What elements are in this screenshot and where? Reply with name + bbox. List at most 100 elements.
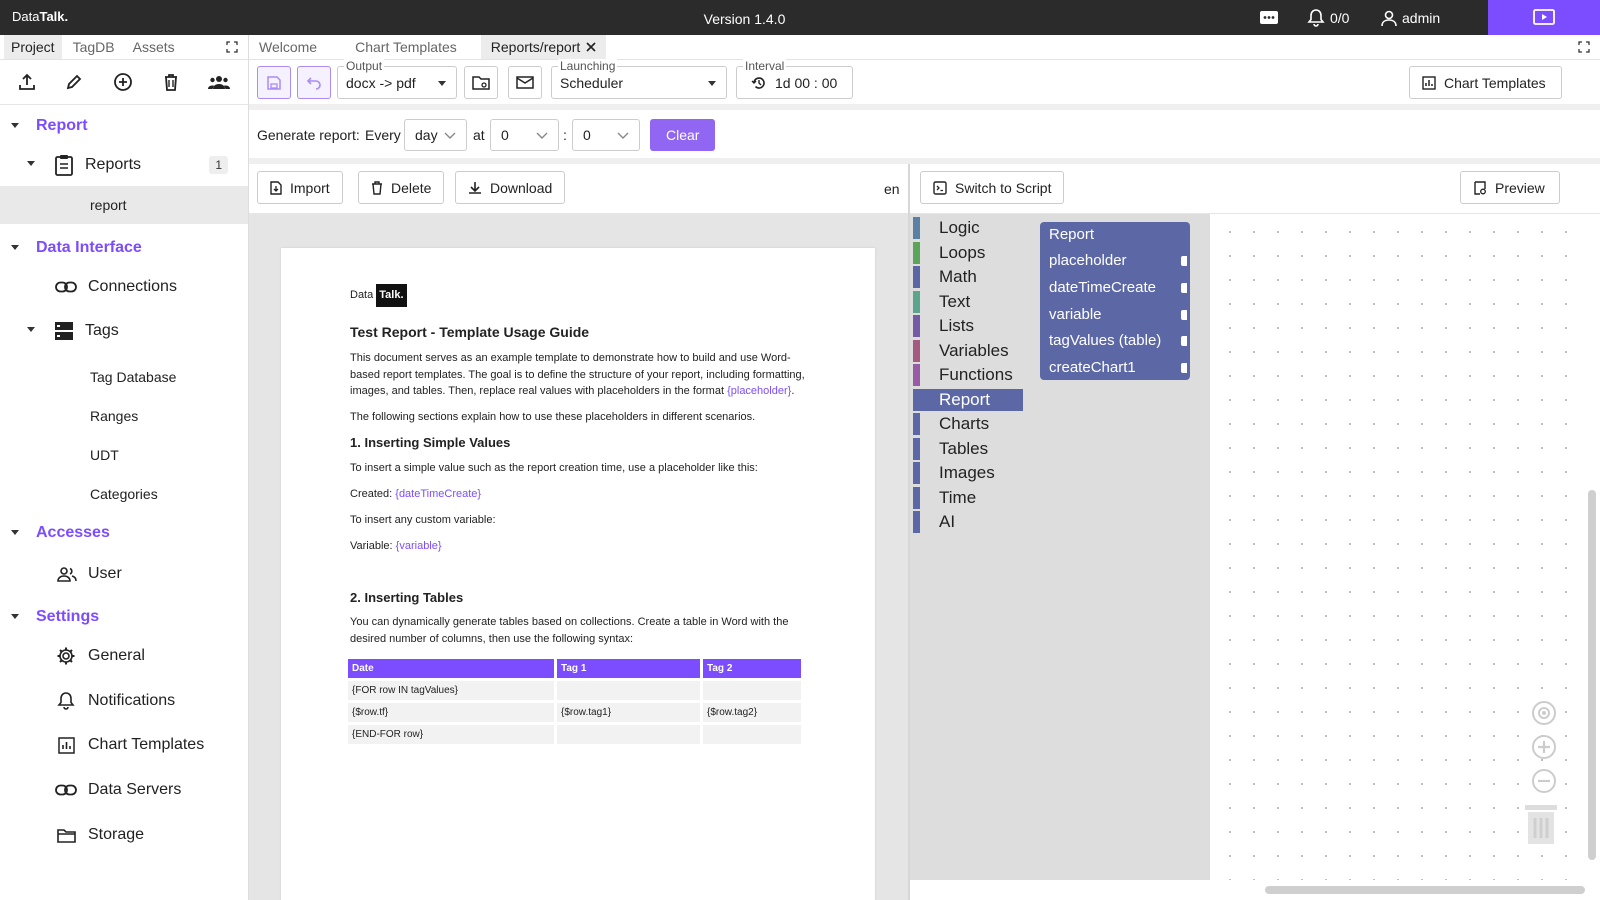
zoom-in-icon[interactable]	[1530, 733, 1558, 761]
alarms-button[interactable]: 0/0	[1306, 0, 1349, 35]
block-input[interactable]: variable	[1049, 306, 1102, 323]
import-button[interactable]: Import	[257, 171, 343, 204]
horizontal-scrollbar[interactable]	[1265, 886, 1585, 894]
launching-select[interactable]: Launching Scheduler	[551, 59, 727, 99]
tab-assets[interactable]: Assets	[126, 35, 182, 59]
run-button[interactable]	[1488, 0, 1600, 35]
trash-can-icon[interactable]	[1524, 803, 1558, 845]
category-variables[interactable]: Variables	[913, 340, 1023, 362]
tree-section-report[interactable]: Report	[0, 115, 248, 137]
tree-item-report[interactable]: report	[0, 186, 248, 224]
document-viewer[interactable]: Data Talk. Test Report - Template Usage …	[249, 214, 909, 900]
tree-item-categories[interactable]: Categories	[0, 484, 248, 504]
tree-item-tags[interactable]: Tags	[0, 319, 248, 343]
download-icon	[469, 181, 481, 194]
category-ai[interactable]: AI	[913, 511, 1023, 533]
reports-count-badge: 1	[209, 156, 228, 174]
blockly-toolbox: Logic Loops Math Text Lists Variables Fu…	[910, 214, 1210, 880]
person-icon	[1381, 10, 1397, 26]
undo-button[interactable]	[297, 66, 331, 99]
tab-project[interactable]: Project	[4, 35, 62, 59]
category-logic[interactable]: Logic	[913, 217, 1023, 239]
tab-welcome[interactable]: Welcome	[249, 35, 327, 59]
period-select[interactable]: day	[404, 119, 467, 151]
tree-item-chart-templates[interactable]: Chart Templates	[0, 733, 248, 757]
chart-templates-button[interactable]: Chart Templates	[1409, 66, 1562, 99]
tree-item-tag-database[interactable]: Tag Database	[0, 367, 248, 387]
category-report[interactable]: Report	[913, 389, 1023, 411]
report-block[interactable]: Report placeholder dateTimeCreate variab…	[1040, 222, 1190, 380]
block-input[interactable]: tagValues (table)	[1049, 332, 1161, 349]
tab-reports-report[interactable]: Reports/report	[480, 35, 607, 59]
add-circle-icon[interactable]	[112, 72, 134, 92]
category-tables[interactable]: Tables	[913, 438, 1023, 460]
document-toolbar: Import Delete Download en	[249, 164, 909, 214]
folder-settings-button[interactable]	[464, 66, 498, 99]
category-lists[interactable]: Lists	[913, 315, 1023, 337]
category-math[interactable]: Math	[913, 266, 1023, 288]
language-indicator[interactable]: en	[884, 181, 900, 197]
interval-field[interactable]: Interval 1d 00 : 00	[736, 59, 853, 99]
input-socket-icon	[1181, 310, 1187, 320]
play-screen-icon	[1533, 8, 1555, 25]
tree-section-data-interface[interactable]: Data Interface	[0, 237, 248, 259]
minute-select[interactable]: 0	[572, 119, 640, 151]
tab-chart-templates[interactable]: Chart Templates	[345, 35, 467, 59]
input-socket-icon	[1181, 363, 1187, 373]
block-title: Report	[1049, 226, 1095, 243]
switch-to-script-button[interactable]: Switch to Script	[920, 171, 1065, 204]
block-input[interactable]: createChart1	[1049, 359, 1136, 376]
tree-section-accesses[interactable]: Accesses	[0, 522, 248, 544]
preview-button[interactable]: Preview	[1460, 171, 1560, 204]
tree-item-storage[interactable]: Storage	[0, 823, 248, 847]
category-text[interactable]: Text	[913, 291, 1023, 313]
blockly-workspace[interactable]	[1210, 214, 1568, 880]
tree-item-general[interactable]: General	[0, 644, 248, 668]
category-charts[interactable]: Charts	[913, 413, 1023, 435]
category-time[interactable]: Time	[913, 487, 1023, 509]
expand-icon[interactable]	[1578, 41, 1590, 53]
document-title: Test Report - Template Usage Guide	[350, 324, 590, 340]
trash-icon[interactable]	[163, 73, 179, 91]
tree-item-ranges[interactable]: Ranges	[0, 406, 248, 426]
zoom-out-icon[interactable]	[1530, 767, 1558, 795]
chat-button[interactable]	[1259, 0, 1279, 35]
edit-icon[interactable]	[65, 73, 83, 91]
clear-button[interactable]: Clear	[650, 119, 716, 151]
delete-button[interactable]: Delete	[358, 171, 445, 204]
expand-icon[interactable]	[226, 41, 238, 53]
document-page: Data Talk. Test Report - Template Usage …	[281, 248, 875, 900]
output-select[interactable]: Output docx -> pdf	[337, 59, 457, 99]
category-images[interactable]: Images	[913, 462, 1023, 484]
tree-item-user[interactable]: User	[0, 562, 248, 586]
tree-item-udt[interactable]: UDT	[0, 445, 248, 465]
download-button[interactable]: Download	[455, 171, 566, 204]
user-menu[interactable]: admin	[1380, 0, 1440, 35]
tree-item-connections[interactable]: Connections	[0, 275, 248, 299]
tree-item-data-servers[interactable]: Data Servers	[0, 778, 248, 802]
bell-icon	[1307, 8, 1325, 27]
block-input[interactable]: placeholder	[1049, 252, 1127, 269]
category-loops[interactable]: Loops	[913, 242, 1023, 264]
document-intro: This document serves as an example templ…	[350, 352, 805, 397]
group-icon[interactable]	[207, 74, 230, 90]
vertical-scrollbar[interactable]	[1588, 490, 1596, 860]
tree-item-notifications[interactable]: Notifications	[0, 689, 248, 713]
email-settings-button[interactable]	[508, 66, 542, 99]
document-paragraph: The following sections explain how to us…	[350, 411, 756, 423]
link-icon	[55, 784, 77, 796]
code-window-icon	[933, 180, 947, 195]
close-icon[interactable]	[586, 42, 596, 52]
recenter-icon[interactable]	[1530, 699, 1558, 727]
tree-section-settings[interactable]: Settings	[0, 606, 248, 628]
created-line: Created: {dateTimeCreate}	[350, 488, 482, 500]
input-socket-icon	[1181, 283, 1187, 293]
hour-select[interactable]: 0	[490, 119, 559, 151]
category-functions[interactable]: Functions	[913, 364, 1023, 386]
tab-tagdb[interactable]: TagDB	[66, 35, 122, 59]
section-heading: 2. Inserting Tables	[350, 590, 464, 605]
save-button[interactable]	[257, 66, 291, 99]
block-input[interactable]: dateTimeCreate	[1049, 279, 1156, 296]
tree-item-reports[interactable]: Reports 1	[0, 153, 248, 177]
upload-icon[interactable]	[18, 73, 36, 91]
